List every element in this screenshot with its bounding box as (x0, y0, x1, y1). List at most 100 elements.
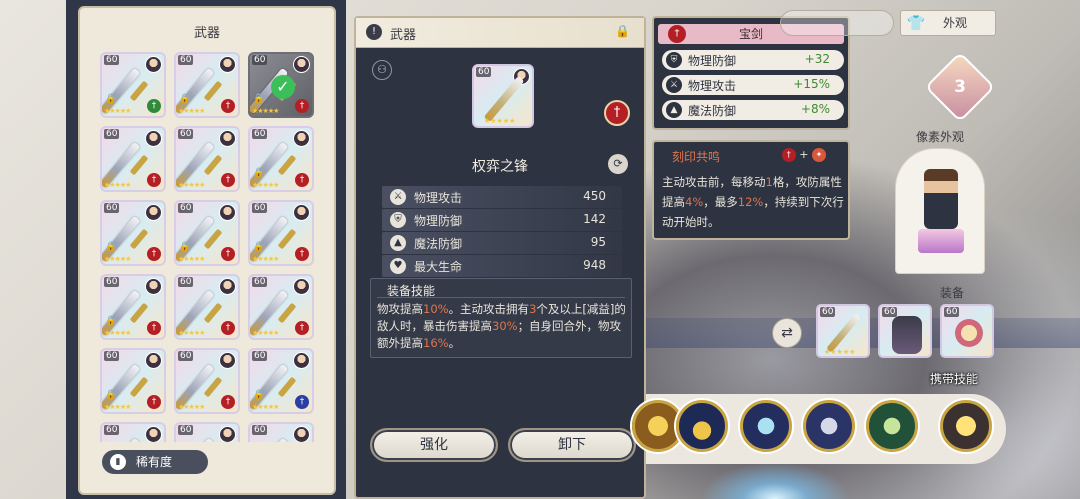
pixel-appearance-label: 像素外观 (915, 130, 964, 144)
weapon-card[interactable]: 60 🔒 ★★★★★ † (174, 52, 240, 118)
bonus-row: ⛨ 物理防御 +32 (662, 50, 844, 70)
owner-portrait-icon (293, 426, 310, 442)
weapon-card[interactable]: 60★★★★★† (174, 126, 240, 192)
lock-icon: 🔒 (105, 242, 117, 252)
pixel-appearance-preview[interactable] (895, 148, 985, 274)
owner-portrait-icon (219, 204, 236, 221)
rarity-sort-button[interactable]: ▮ 稀有度 (102, 450, 208, 474)
owner-portrait-icon (145, 204, 162, 221)
weapon-type-icon: † (221, 173, 235, 187)
tab-appearance[interactable]: 👕 外观 (900, 10, 996, 36)
owner-portrait-icon (293, 56, 310, 73)
bar-chart-icon: ▮ (110, 454, 126, 470)
weapon-level: 60 (178, 425, 194, 435)
weapon-type-icon: † (221, 321, 235, 335)
weapon-card[interactable]: 60 🔒 ★★★★★ † (100, 348, 166, 414)
owner-portrait-icon (219, 56, 236, 73)
sword-type-icon: † (604, 100, 630, 126)
bonus-row: ▲ 魔法防御 +8% (662, 100, 844, 120)
weapon-card[interactable]: 60 🔒 ★★★★★ † (248, 126, 314, 192)
weapon-card[interactable]: 60★★★★★† (248, 422, 314, 442)
weapon-card[interactable]: 60★★★★★† (248, 274, 314, 340)
weapon-type-icon: † (147, 321, 161, 335)
stat-list: ⚔ 物理攻击 450 ⛨ 物理防御 142 ▲ 魔法防御 95 ♥ 最大生命 9… (382, 186, 622, 278)
weapon-type-icon: † (295, 173, 309, 187)
weapon-card[interactable]: 60 🔒 ★★★★★ † (248, 348, 314, 414)
skill-icon[interactable] (676, 400, 728, 452)
lock-icon[interactable]: 🔒 (615, 24, 630, 38)
equip-slot-weapon[interactable]: 60 ★★★★★ (816, 304, 870, 358)
skill-icon[interactable] (740, 400, 792, 452)
skill-icon[interactable] (803, 400, 855, 452)
stat-row: ⚔ 物理攻击 450 (382, 186, 622, 208)
owner-portrait-icon (145, 426, 162, 442)
weapon-level: 60 (104, 55, 120, 65)
weapon-inventory-panel: 武器 60 🔒 ★★★★★ † 60 🔒 ★★★★★ † 60 🔒 ★★★★★ † ✓ 60 ★★★★★ † 6… (78, 6, 336, 495)
stat-row: ▲ 魔法防御 95 (382, 232, 622, 254)
weapon-type-icon: † (221, 247, 235, 261)
refresh-icon[interactable]: ⟳ (608, 154, 628, 174)
swap-equipment-icon[interactable]: ⇄ (772, 318, 802, 348)
enhance-button[interactable]: 强化 (370, 428, 498, 462)
equip-slot-accessory[interactable]: 60 (940, 304, 994, 358)
lock-icon: 🔒 (105, 316, 117, 326)
weapon-type-icon: † (221, 395, 235, 409)
weapon-type-icon: † (147, 173, 161, 187)
weapon-guard (277, 154, 297, 176)
carry-skills-label: 携带技能 (930, 372, 979, 386)
weapon-stars: ★★★★★ (252, 107, 279, 115)
stat-row: ♥ 最大生命 948 (382, 255, 622, 277)
weapon-card[interactable]: 60 🔒 ★★★★★ † (174, 200, 240, 266)
weapon-card[interactable]: 60 🔒 ★★★★★ † (100, 274, 166, 340)
lock-icon: 🔒 (105, 390, 117, 400)
weapon-card[interactable]: 60 🔒 ★★★★★ † (100, 200, 166, 266)
weapon-card[interactable]: 60★★★★★† (100, 422, 166, 442)
weapon-stars: ★★★★★ (252, 403, 279, 411)
desc-text: 。 (448, 336, 461, 350)
skill-icon[interactable] (866, 400, 918, 452)
weapon-art (102, 437, 141, 442)
weapon-art (176, 437, 215, 442)
selected-weapon-card: 60 ★★★★★ (472, 64, 534, 128)
owner-portrait-icon (145, 130, 162, 147)
weapon-guard (203, 228, 223, 250)
weapon-type-icon: † (147, 247, 161, 261)
equip-slot-armor[interactable]: 60 (878, 304, 932, 358)
weapon-card[interactable]: 60 🔒 ★★★★★ † (248, 200, 314, 266)
weapon-card[interactable]: 60 🔒 ★★★★★ † (100, 52, 166, 118)
weapon-stars: ★★★★★ (252, 329, 279, 337)
accessory-art (955, 319, 983, 347)
weapon-guard (129, 154, 149, 176)
bonus-label: 物理攻击 (688, 79, 737, 93)
tab-appearance-label: 外观 (943, 16, 968, 30)
weapon-card[interactable]: 60★★★★★† (100, 126, 166, 192)
alert-icon[interactable]: ! (366, 24, 382, 40)
unequip-button[interactable]: 卸下 (508, 428, 636, 462)
owner-portrait-icon (293, 352, 310, 369)
desc-text: 主动攻击前，每移动 (662, 175, 766, 189)
item-stars: ★★★★★ (484, 117, 516, 125)
weapon-type-icon: † (295, 247, 309, 261)
lock-icon: 🔒 (179, 94, 191, 104)
imprint-title: 刻印共鸣 (672, 150, 721, 164)
bonus-label: 物理防御 (688, 54, 737, 68)
stat-value: 95 (590, 235, 606, 249)
skill-description: 物攻提高10%。主动攻击拥有3个及以上[减益]的敌人时，暴击伤害提高30%；自身… (377, 301, 629, 352)
weapon-guard (203, 376, 223, 398)
skill-icon[interactable] (940, 400, 992, 452)
weapon-card[interactable]: 60 🔒 ★★★★★ † ✓ (248, 52, 314, 118)
sword-type-icon: † (668, 25, 686, 43)
weapon-guard (129, 302, 149, 324)
weapon-card[interactable]: 60★★★★★† (174, 422, 240, 442)
wizard-hat-icon: ▲ (666, 102, 682, 118)
weapon-grid: 60 🔒 ★★★★★ † 60 🔒 ★★★★★ † 60 🔒 ★★★★★ † ✓ 60 ★★★★★ † 60 ★★… (100, 52, 322, 442)
tab-other[interactable] (780, 10, 894, 36)
weapon-card[interactable]: 60★★★★★† (174, 348, 240, 414)
desc-text: 。主动攻击拥有 (448, 302, 530, 316)
weapon-guard (277, 376, 297, 398)
weapon-guard (203, 302, 223, 324)
highlight-value: 30% (492, 319, 518, 333)
share-icon[interactable]: ⚇ (372, 60, 392, 80)
weapon-card[interactable]: 60★★★★★† (174, 274, 240, 340)
weapon-level: 60 (178, 203, 194, 213)
